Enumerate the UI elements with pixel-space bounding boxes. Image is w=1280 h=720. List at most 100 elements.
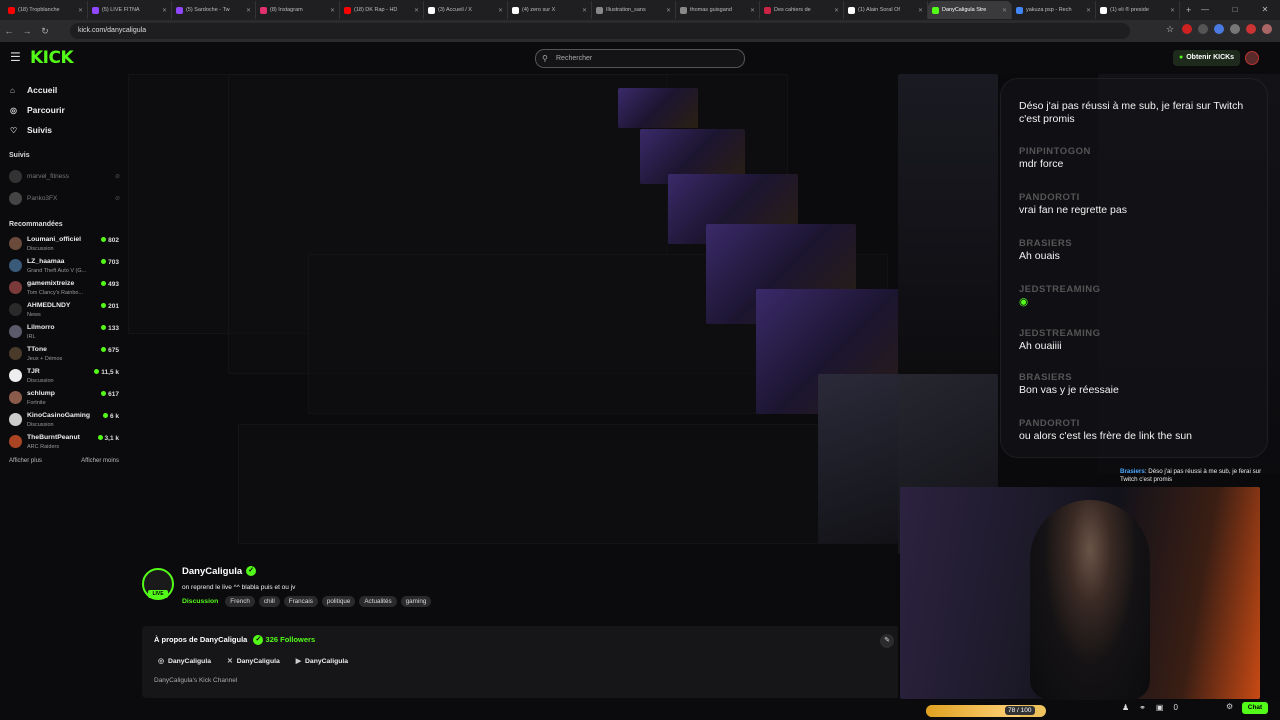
close-tab-icon[interactable]: ✕ [1170,7,1175,14]
bookmark-star-icon[interactable]: ☆ [1166,24,1176,34]
sidebar-item-label: Accueil [27,85,58,95]
close-tab-icon[interactable]: ✕ [666,7,671,14]
browser-tab[interactable]: (8) Instagram ✕ [256,1,340,19]
close-tab-icon[interactable]: ✕ [246,7,251,14]
chat-username[interactable]: BRASIERS [1019,238,1072,250]
close-tab-icon[interactable]: ✕ [750,7,755,14]
recommended-channel[interactable]: TTone Jeux + Démos 675 [0,344,128,366]
minimize-icon[interactable]: — [1190,0,1220,20]
close-tab-icon[interactable]: ✕ [1002,7,1007,14]
edit-icon[interactable]: ✎ [880,634,894,648]
stream-category[interactable]: Discussion [182,598,218,605]
recommended-channel[interactable]: Loumani_officiel Discussion 802 [0,234,128,256]
recommended-channel[interactable]: LZ_haamaa Grand Theft Auto V (G... 703 [0,256,128,278]
show-less-link[interactable]: Afficher moins [81,458,119,464]
close-tab-icon[interactable]: ✕ [414,7,419,14]
social-link[interactable]: ◎ DanyCaligula [158,657,211,665]
reload-icon[interactable]: ↻ [36,26,54,37]
user-avatar[interactable] [1245,51,1259,65]
recommended-channel[interactable]: gamemixtreize Tom Clancy's Rainbo... 493 [0,278,128,300]
browser-tab[interactable]: yakuza psp - Rech ✕ [1012,1,1096,19]
profile-icon[interactable] [1262,24,1272,34]
gift-icon[interactable]: ▣ [1156,703,1164,712]
browser-tab[interactable]: (4) zero sur X ✕ [508,1,592,19]
sidebar-item-accueil[interactable]: ⌂ Accueil [0,80,128,100]
forward-icon[interactable]: → [18,26,36,36]
maximize-icon[interactable]: □ [1220,0,1250,20]
close-tab-icon[interactable]: ✕ [78,7,83,14]
get-kicks-button[interactable]: ● Obtenir KICKs [1173,50,1241,66]
recommended-channel[interactable]: schlump Fortnite 617 [0,388,128,410]
browser-tab[interactable]: (18) DK Rap - HD ✕ [340,1,424,19]
followed-channel[interactable]: Panko3FX ⊘ [0,187,128,209]
sidebar-item-suivis[interactable]: ♡ Suivis [0,120,128,140]
chat-username[interactable]: BRASIERS [1019,372,1119,384]
close-window-icon[interactable]: ✕ [1250,0,1280,20]
recommended-channel[interactable]: KinoCasinoGaming Discussion 6 k [0,410,128,432]
viewer-count: 3,1 k [97,435,119,442]
recommended-channel[interactable]: TJR Discussion 11,5 k [0,366,128,388]
tag-chip[interactable]: chill [258,596,280,607]
close-tab-icon[interactable]: ✕ [1086,7,1091,14]
tab-label: (8) Instagram [270,7,303,13]
tag-chip[interactable]: gaming [400,596,432,607]
show-more-link[interactable]: Afficher plus [9,458,42,464]
channel-name[interactable]: DanyCaligula ✓ [182,566,257,577]
extension-icon[interactable] [1214,24,1224,34]
live-dot-icon [101,325,107,330]
followed-channel[interactable]: marvel_fitness ⊘ [0,165,128,187]
browser-tab[interactable]: (1) Alain Soral Of ✕ [844,1,928,19]
tag-chip[interactable]: French [225,596,255,607]
social-link[interactable]: ✕ DanyCaligula [227,657,280,665]
tag-chip[interactable]: politique [321,596,356,607]
close-tab-icon[interactable]: ✕ [582,7,587,14]
browser-tab[interactable]: (1) eli ® preside ✕ [1096,1,1180,19]
settings-icon[interactable]: ⚙ [1226,702,1233,711]
tag-chip[interactable]: Actualités [359,596,397,607]
close-tab-icon[interactable]: ✕ [330,7,335,14]
close-tab-icon[interactable]: ✕ [918,7,923,14]
link-icon[interactable]: ⚭ [1139,703,1146,712]
tab-label: DanyCaligula Stre [942,7,987,13]
close-tab-icon[interactable]: ✕ [162,7,167,14]
social-link[interactable]: ▶ DanyCaligula [296,657,348,665]
chat-username[interactable]: PANDOROTI [1019,418,1192,430]
site-header: ☰ KICK ⚲ Rechercher ● Obtenir KICKs [0,42,1280,74]
sidebar-item-parcourir[interactable]: ◎ Parcourir [0,100,128,120]
browser-tab[interactable]: Des cahiers de ✕ [760,1,844,19]
extension-icon[interactable] [1246,24,1256,34]
chat-username[interactable]: Brasiers [1120,468,1145,475]
tag-chip[interactable]: Francais [283,596,318,607]
extension-icon[interactable] [1182,24,1192,34]
chat-username[interactable]: JEDSTREAMING [1019,284,1100,296]
browser-tab[interactable]: Illustration_sans ✕ [592,1,676,19]
url-field[interactable]: kick.com/danycaligula [70,23,1130,39]
social-link-label: DanyCaligula [167,658,211,665]
recommended-channel[interactable]: AHMEDLNDY News 201 [0,300,128,322]
chat-username[interactable]: JEDSTREAMING [1019,328,1100,340]
social-links: ◎ DanyCaligula ✕ DanyCaligula ▶ DanyCaligula [158,657,348,665]
browser-tab[interactable]: (18) Tropblanche ✕ [4,1,88,19]
close-tab-icon[interactable]: ✕ [498,7,503,14]
chat-button[interactable]: Chat [1242,702,1268,714]
kick-logo[interactable]: KICK [30,48,74,68]
extension-icon[interactable] [1230,24,1240,34]
search-input[interactable]: ⚲ Rechercher [535,49,745,68]
recommended-channel[interactable]: TheBurntPeanut ARC Raiders 3,1 k [0,432,128,454]
search-placeholder: Rechercher [556,55,593,62]
browser-tab[interactable]: DanyCaligula Stre ✕ [928,1,1012,19]
browser-tab[interactable]: thomas guisgand ✕ [676,1,760,19]
close-tab-icon[interactable]: ✕ [834,7,839,14]
browser-tab[interactable]: (5) LIVE FITNA ✕ [88,1,172,19]
sidebar-item-label: Parcourir [27,105,65,115]
chat-message: Brasiers: Déso j'ai pas réussi à me sub,… [1120,468,1270,484]
extension-icon[interactable] [1198,24,1208,34]
browser-tab[interactable]: (5) Sardoche - Tw ✕ [172,1,256,19]
recommended-channel[interactable]: Lilmorro IRL 133 [0,322,128,344]
menu-icon[interactable]: ☰ [10,50,21,64]
browser-tab[interactable]: (3) Accueil / X ✕ [424,1,508,19]
chat-username[interactable]: PANDOROTI [1019,192,1127,204]
tab-favicon [848,6,855,14]
chat-username[interactable]: PINPINTOGON [1019,146,1091,158]
back-icon[interactable]: ← [0,26,18,36]
